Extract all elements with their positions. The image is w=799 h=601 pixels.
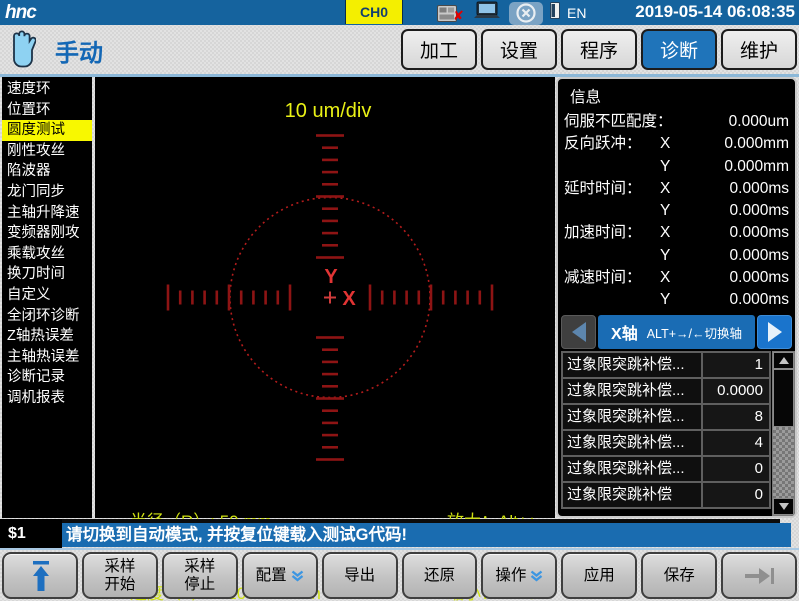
mode-label: 手动 (55, 33, 103, 68)
sidebar-item-circularity-test[interactable]: 圆度测试 (2, 120, 92, 141)
save-button[interactable]: 保存 (641, 552, 717, 599)
language-indicator: EN (567, 5, 586, 21)
channel-badge: CH0 (345, 0, 403, 24)
compensation-param-table: 过象限突跳补偿...1 过象限突跳补偿...0.0000 过象限突跳补偿...8… (561, 351, 771, 509)
manual-book-icon (550, 2, 560, 24)
top-bar: hnc CH0 ✘ EN 2019-05-14 06:08:35 (0, 0, 799, 25)
info-rows: 伺服不匹配度：0.000um 反向跃冲：X0.000mm Y0.000mm 延时… (558, 111, 795, 312)
chevron-down-icon (291, 570, 304, 582)
scrollbar-thumb[interactable] (773, 369, 794, 427)
table-scrollbar[interactable] (772, 351, 795, 516)
info-row-backlash-y: Y0.000mm (558, 156, 795, 178)
info-row-accel-x: 加速时间：X0.000ms (558, 222, 795, 244)
sidebar-item-z-thermal-error[interactable]: Z轴热误差 (2, 326, 92, 347)
sidebar-item-closed-loop-diag[interactable]: 全闭环诊断 (2, 306, 92, 327)
tab-program[interactable]: 程序 (561, 29, 637, 70)
info-panel-title: 信息 (570, 85, 601, 107)
hnc-diagnostic-screen: hnc CH0 ✘ EN 2019-05-14 06:08:35 手动 加工 (0, 0, 799, 601)
axis-switch-hint: ALT+→/←切换轴 (647, 323, 742, 342)
next-page-arrow-icon (741, 566, 777, 586)
scroll-down-button[interactable] (773, 498, 794, 515)
restore-button[interactable]: 还原 (402, 552, 478, 599)
tab-machining[interactable]: 加工 (401, 29, 477, 70)
axis-switcher: X轴 ALT+→/←切换轴 (561, 315, 792, 349)
sidebar-item-custom[interactable]: 自定义 (2, 285, 92, 306)
current-axis-label: X轴 (611, 320, 638, 344)
status-icon-cluster: ✘ EN (437, 2, 586, 24)
datetime-display: 2019-05-14 06:08:35 (635, 2, 795, 22)
sidebar-item-tool-change-time[interactable]: 换刀时间 (2, 264, 92, 285)
down-triangle-icon (779, 503, 789, 510)
right-arrow-icon (768, 322, 782, 342)
info-row-servo-mismatch: 伺服不匹配度：0.000um (558, 111, 795, 133)
center-cross-marker (324, 292, 336, 304)
sampling-stop-button[interactable]: 采样 停止 (162, 552, 238, 599)
alarm-cancel-icon (509, 2, 543, 25)
sidebar-item-gantry-sync[interactable]: 龙门同步 (2, 182, 92, 203)
next-axis-button[interactable] (757, 315, 792, 349)
channel-indicator: $1 (0, 519, 62, 548)
sidebar-item-speed-loop[interactable]: 速度环 (2, 79, 92, 100)
info-row-decel-y: Y0.000ms (558, 289, 795, 311)
sidebar-item-load-tapping[interactable]: 乘载攻丝 (2, 244, 92, 265)
x-axis-label: X (342, 288, 356, 310)
next-page-button[interactable] (721, 552, 797, 599)
disconnected-x-icon: ✘ (453, 11, 464, 21)
status-message: 请切换到自动模式, 并按复位键载入测试G代码! (62, 523, 791, 547)
info-row-backlash-x: 反向跃冲：X0.000mm (558, 133, 795, 155)
info-row-delay-x: 延时时间：X0.000ms (558, 178, 795, 200)
table-row[interactable]: 过象限突跳补偿...4 (561, 429, 771, 457)
info-panel: 信息 伺服不匹配度：0.000um 反向跃冲：X0.000mm Y0.000mm… (556, 77, 797, 518)
table-row[interactable]: 过象限突跳补偿...0 (561, 455, 771, 483)
tab-row: 手动 加工 设置 程序 诊断 维护 (0, 25, 799, 74)
plot-canvas: 10 um/div Y X (95, 77, 555, 518)
sampling-start-button[interactable]: 采样 开始 (82, 552, 158, 599)
softkey-toolbar: 采样 开始 采样 停止 配置 导出 还原 操作 应用 保存 (0, 548, 799, 601)
sidebar-item-position-loop[interactable]: 位置环 (2, 100, 92, 121)
sidebar-item-inverter-tapping[interactable]: 变频器刚攻 (2, 223, 92, 244)
apply-button[interactable]: 应用 (561, 552, 637, 599)
tab-maintenance[interactable]: 维护 (721, 29, 797, 70)
scroll-up-button[interactable] (773, 352, 794, 369)
sidebar-item-rigid-tapping[interactable]: 刚性攻丝 (2, 141, 92, 162)
y-axis-label: Y (324, 266, 338, 288)
return-up-arrow-icon (27, 559, 53, 593)
configure-button[interactable]: 配置 (242, 552, 318, 599)
export-button[interactable]: 导出 (322, 552, 398, 599)
axis-switcher-bar: X轴 ALT+→/←切换轴 (598, 315, 755, 349)
info-row-decel-x: 减速时间：X0.000ms (558, 267, 795, 289)
sidebar-item-notch-filter[interactable]: 陷波器 (2, 161, 92, 182)
info-row-delay-y: Y0.000ms (558, 200, 795, 222)
circularity-plot: 10 um/div Y X 半径（R）: 50 mm 速度（F）: 1200 m… (95, 77, 555, 518)
hnc-logo: hnc (5, 1, 36, 24)
machine-status-icon: ✘ (437, 5, 465, 22)
left-arrow-icon (572, 322, 586, 342)
diagnostic-menu: 速度环 位置环 圆度测试 刚性攻丝 陷波器 龙门同步 主轴升降速 变频器刚攻 乘… (2, 77, 92, 518)
scale-label: 10 um/div (285, 100, 372, 122)
table-row[interactable]: 过象限突跳补偿0 (561, 481, 771, 509)
chevron-down-icon (530, 570, 543, 582)
laptop-icon (472, 1, 502, 25)
sidebar-item-spindle-thermal-error[interactable]: 主轴热误差 (2, 347, 92, 368)
up-triangle-icon (779, 357, 789, 364)
sidebar-item-tuning-report[interactable]: 调机报表 (2, 388, 92, 409)
return-button[interactable] (2, 552, 78, 599)
manual-mode-hand-icon (8, 28, 36, 73)
prev-axis-button[interactable] (561, 315, 596, 349)
tab-settings[interactable]: 设置 (481, 29, 557, 70)
table-row[interactable]: 过象限突跳补偿...1 (561, 351, 771, 379)
status-row: $1 请切换到自动模式, 并按复位键载入测试G代码! (0, 519, 799, 548)
table-row[interactable]: 过象限突跳补偿...0.0000 (561, 377, 771, 405)
sidebar-item-diagnosis-record[interactable]: 诊断记录 (2, 367, 92, 388)
table-row[interactable]: 过象限突跳补偿...8 (561, 403, 771, 431)
tab-diagnosis[interactable]: 诊断 (641, 29, 717, 70)
sidebar-item-spindle-accel[interactable]: 主轴升降速 (2, 203, 92, 224)
operate-button[interactable]: 操作 (481, 552, 557, 599)
info-row-accel-y: Y0.000ms (558, 245, 795, 267)
